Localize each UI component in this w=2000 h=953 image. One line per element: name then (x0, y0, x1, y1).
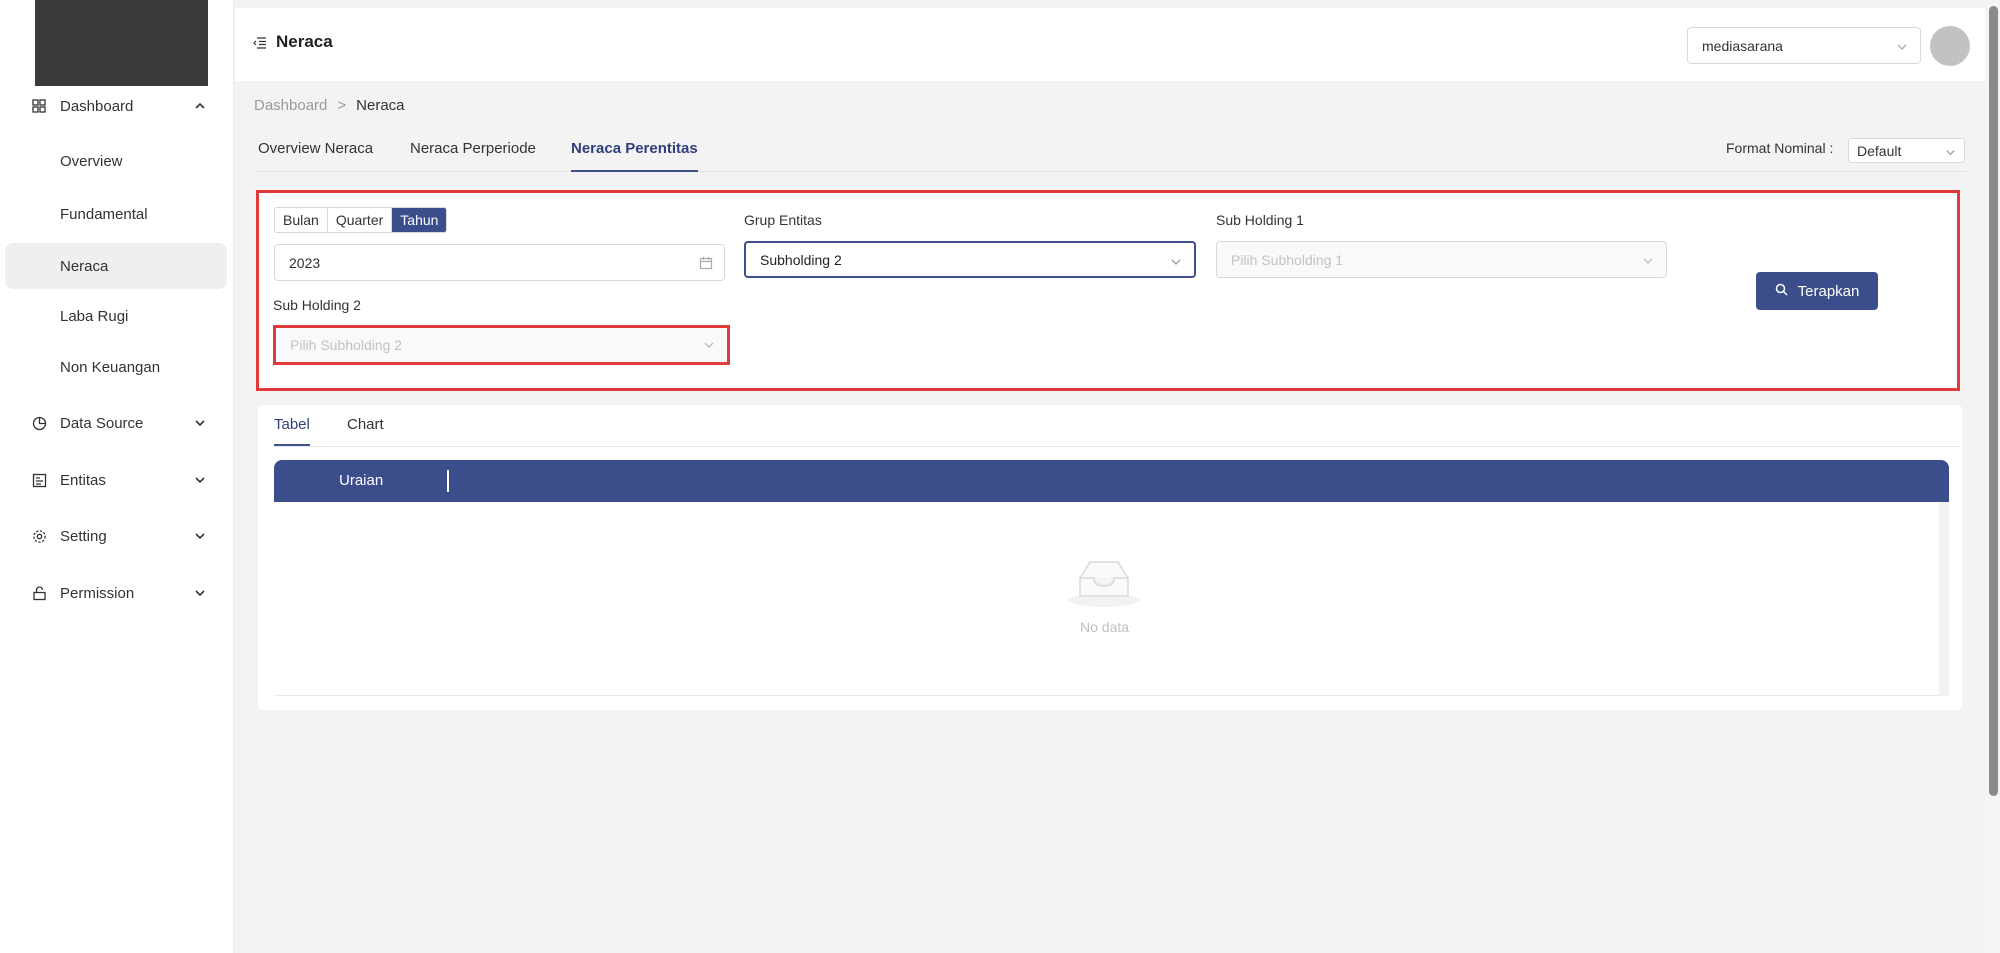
search-icon (1775, 283, 1788, 300)
sub-holding-2-label: Sub Holding 2 (273, 297, 361, 313)
chevron-up-icon (193, 99, 207, 113)
breadcrumb-root[interactable]: Dashboard (254, 97, 327, 114)
avatar[interactable] (1930, 26, 1970, 66)
sidebar-item-label: Permission (60, 584, 135, 602)
period-segmented-control: Bulan Quarter Tahun (274, 207, 448, 233)
entity-icon (31, 472, 47, 488)
chevron-down-icon (193, 416, 207, 430)
sidebar-subitem-laba-rugi[interactable]: Laba Rugi (0, 293, 234, 339)
column-header-uraian[interactable]: Uraian (339, 472, 383, 489)
period-option-tahun[interactable]: Tahun (392, 208, 447, 232)
sidebar-item-permission[interactable]: Permission (0, 571, 234, 615)
format-nominal-select[interactable]: Default (1848, 138, 1965, 163)
pie-chart-icon (31, 415, 47, 431)
chevron-down-icon (1896, 40, 1908, 52)
sidebar-subitem-neraca[interactable]: Neraca (5, 243, 227, 289)
sidebar-item-label: Data Source (60, 414, 144, 432)
breadcrumb: Dashboard > Neraca (254, 97, 405, 114)
sidebar-item-setting[interactable]: Setting (0, 514, 234, 558)
chevron-down-icon (193, 529, 207, 543)
sub-holding-2-highlight (273, 325, 730, 365)
chevron-down-icon (193, 473, 207, 487)
page-scrollbar-thumb[interactable] (1989, 6, 1998, 796)
column-resize-handle[interactable] (447, 470, 449, 492)
sidebar-item-dashboard[interactable]: Dashboard (0, 84, 234, 128)
sidebar-item-data-source[interactable]: Data Source (0, 401, 234, 445)
grid-icon (31, 98, 47, 114)
tab-tabel[interactable]: Tabel (274, 416, 310, 446)
calendar-icon (699, 256, 713, 270)
neraca-tabs: Overview Neraca Neraca Perperiode Neraca… (254, 130, 1966, 172)
sidebar-item-label: Setting (60, 527, 107, 545)
sidebar-subitem-overview[interactable]: Overview (0, 138, 234, 184)
empty-state-text: No data (1080, 619, 1130, 635)
sidebar-subitem-fundamental[interactable]: Fundamental (0, 191, 234, 237)
tab-overview-neraca[interactable]: Overview Neraca (258, 140, 373, 172)
grup-entitas-value: Subholding 2 (760, 251, 842, 268)
sidebar-item-label: Dashboard (60, 97, 134, 115)
breadcrumb-separator: > (337, 97, 347, 114)
sidebar-item-entitas[interactable]: Entitas (0, 458, 234, 502)
year-picker[interactable]: 2023 (274, 244, 725, 281)
sub-holding-1-placeholder: Pilih Subholding 1 (1231, 251, 1344, 268)
tab-neraca-perperiode[interactable]: Neraca Perperiode (410, 140, 536, 172)
tab-chart[interactable]: Chart (347, 416, 384, 446)
chevron-down-icon (1945, 145, 1956, 156)
sidebar: Dashboard Overview Fundamental Neraca La… (0, 0, 234, 953)
gear-icon (31, 528, 47, 544)
sidebar-item-label: Entitas (60, 471, 106, 489)
tab-neraca-perentitas[interactable]: Neraca Perentitas (571, 140, 698, 172)
format-nominal-label: Format Nominal : (1726, 140, 1834, 156)
format-nominal-value: Default (1857, 142, 1902, 159)
sub-holding-1-label: Sub Holding 1 (1216, 212, 1304, 228)
empty-inbox-icon (1066, 556, 1142, 608)
breadcrumb-current: Neraca (356, 97, 405, 114)
logo (35, 0, 208, 86)
period-option-quarter[interactable]: Quarter (327, 208, 393, 232)
page-title: Neraca (276, 32, 333, 51)
chevron-down-icon (1642, 254, 1654, 266)
grup-entitas-label: Grup Entitas (744, 212, 822, 228)
sub-holding-1-select[interactable]: Pilih Subholding 1 (1216, 241, 1667, 278)
apply-button[interactable]: Terapkan (1756, 272, 1878, 310)
company-select-value: mediasarana (1702, 37, 1783, 54)
grup-entitas-select[interactable]: Subholding 2 (744, 241, 1196, 278)
company-select[interactable]: mediasarana (1687, 27, 1921, 64)
table-header: Uraian (274, 460, 1949, 502)
chevron-down-icon (193, 586, 207, 600)
table-scrollbar[interactable] (1939, 502, 1949, 696)
period-option-bulan[interactable]: Bulan (275, 208, 328, 232)
sidebar-subitem-non-keuangan[interactable]: Non Keuangan (0, 344, 234, 390)
top-header: Neraca mediasarana (235, 8, 1985, 81)
apply-button-label: Terapkan (1797, 282, 1860, 300)
result-tabs: Tabel Chart (274, 405, 1960, 447)
year-picker-value: 2023 (289, 254, 321, 271)
unlock-icon (31, 585, 47, 601)
chevron-down-icon (1170, 255, 1182, 267)
menu-fold-icon[interactable] (253, 36, 267, 50)
